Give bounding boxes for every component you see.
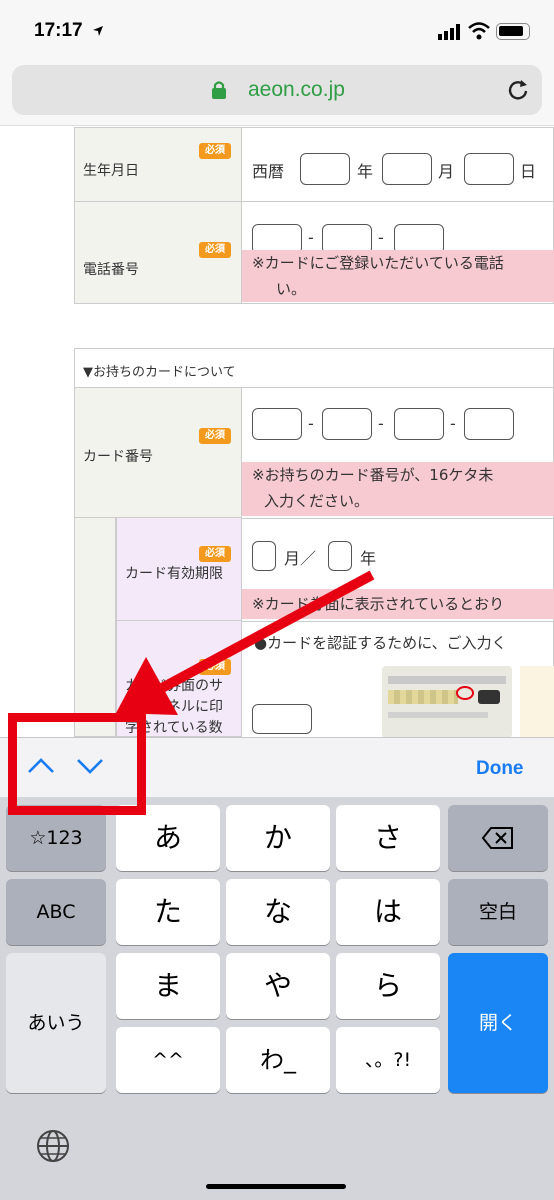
status-bar: 17:17: [0, 0, 554, 62]
status-time: 17:17: [34, 20, 83, 41]
highlight-box-annotation: [8, 713, 146, 815]
globe-icon[interactable]: [36, 1129, 70, 1163]
key-ka[interactable]: か: [226, 805, 330, 871]
key-ra[interactable]: ら: [336, 953, 440, 1019]
key-ma[interactable]: ま: [116, 953, 220, 1019]
space-key[interactable]: 空白: [448, 879, 548, 945]
enter-key[interactable]: 開く: [448, 953, 548, 1093]
cellular-signal-icon: [438, 24, 460, 40]
key-dakuten[interactable]: ^^: [116, 1027, 220, 1093]
done-button[interactable]: Done: [476, 758, 524, 780]
location-arrow-icon: [93, 26, 103, 36]
backspace-icon: [481, 827, 513, 849]
key-wa[interactable]: わ_: [226, 1027, 330, 1093]
reload-icon[interactable]: [507, 78, 529, 102]
backspace-key[interactable]: [448, 805, 548, 871]
key-ya[interactable]: や: [226, 953, 330, 1019]
battery-icon: [496, 23, 530, 40]
url-text: aeon.co.jp: [248, 78, 345, 101]
key-punctuation[interactable]: 、。?!: [336, 1027, 440, 1093]
key-ta[interactable]: た: [116, 879, 220, 945]
browser-toolbar: aeon.co.jp: [0, 62, 554, 126]
wifi-icon: [468, 22, 490, 40]
lock-icon: [212, 81, 226, 99]
key-abc-mode[interactable]: ABC: [6, 879, 106, 945]
address-bar[interactable]: aeon.co.jp: [12, 65, 542, 115]
key-sa[interactable]: さ: [336, 805, 440, 871]
red-arrow-annotation: [116, 570, 375, 715]
home-indicator: [206, 1184, 346, 1189]
key-kana-mode[interactable]: あいう: [6, 953, 106, 1093]
key-na[interactable]: な: [226, 879, 330, 945]
key-ha[interactable]: は: [336, 879, 440, 945]
web-page-content: 必須 生年月日 西暦 年 月 日 必須 電話番号 - - ※カードにご登録いただ…: [0, 127, 554, 737]
japanese-keyboard: ☆123 あ か さ ABC た な は 空白 あいう ま や ら 開く ^^ …: [0, 797, 554, 1200]
